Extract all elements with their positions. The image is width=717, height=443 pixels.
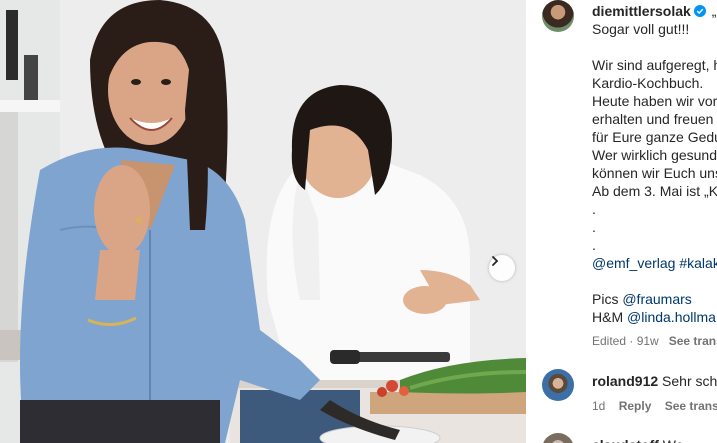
post-photo-illustration bbox=[0, 0, 526, 443]
caption-dot: . bbox=[592, 237, 596, 253]
caption-credits-hm: H&M @linda.hollma bbox=[592, 308, 716, 326]
instagram-post-view: diemittlersolak „K Sogar voll gut!!! Wir… bbox=[0, 0, 717, 443]
caption-tags: @emf_verlag #kalak bbox=[592, 254, 717, 272]
verified-badge-icon bbox=[693, 5, 706, 17]
caption-line: Sogar voll gut!!! bbox=[592, 21, 690, 37]
see-translation-button[interactable]: See transl bbox=[669, 334, 717, 348]
comment-text: We bbox=[663, 437, 684, 443]
caption-line: Wer wirklich gesund bbox=[592, 147, 717, 163]
edited-timestamp: Edited · 91w bbox=[592, 334, 659, 348]
caption-line: Heute haben wir vor bbox=[592, 93, 717, 109]
credit-label: Pics bbox=[592, 291, 619, 307]
caption-first-line: diemittlersolak „K bbox=[592, 2, 717, 20]
post-side-panel: diemittlersolak „K Sogar voll gut!!! Wir… bbox=[526, 0, 717, 443]
comment-username[interactable]: claudstoff bbox=[592, 437, 659, 443]
caption-credits-pics: Pics @fraumars bbox=[592, 290, 692, 308]
commenter-avatar[interactable] bbox=[542, 433, 574, 443]
comment-text: Sehr schö bbox=[662, 373, 717, 389]
caption-line: Kardio-Kochbuch. bbox=[592, 75, 704, 91]
chevron-right-icon bbox=[492, 256, 499, 266]
caption-line: können wir Euch uns bbox=[592, 165, 717, 181]
post-photo[interactable] bbox=[0, 0, 526, 443]
next-photo-button[interactable] bbox=[489, 255, 515, 281]
mention-link[interactable]: @emf_verlag bbox=[592, 255, 675, 271]
comment-age: 1d bbox=[592, 399, 606, 413]
comment: roland912 Sehr schö bbox=[592, 372, 717, 390]
caption-first-text: „K bbox=[711, 3, 717, 19]
credit-label: H&M bbox=[592, 309, 624, 325]
caption-meta: Edited · 91w See transl bbox=[592, 332, 717, 350]
hashtag-link[interactable]: #kalak bbox=[679, 255, 717, 271]
caption-line: erhalten und freuen bbox=[592, 111, 714, 127]
caption-line: Wir sind aufgeregt, h bbox=[592, 57, 717, 73]
author-avatar[interactable] bbox=[542, 0, 574, 32]
reply-button[interactable]: Reply bbox=[619, 399, 652, 413]
mention-link[interactable]: @fraumars bbox=[622, 291, 691, 307]
comment-meta: 1d Reply See translat bbox=[592, 397, 717, 415]
mention-link[interactable]: @linda.hollma bbox=[627, 309, 716, 325]
caption-dot: . bbox=[592, 219, 596, 235]
caption-line: für Eure ganze Gedu bbox=[592, 129, 717, 145]
comment: claudstoff We bbox=[592, 436, 684, 443]
caption-dot: . bbox=[592, 201, 596, 217]
see-translation-button[interactable]: See translat bbox=[665, 399, 717, 413]
comment-username[interactable]: roland912 bbox=[592, 373, 658, 389]
caption-line: Ab dem 3. Mai ist „K bbox=[592, 183, 717, 199]
caption-username[interactable]: diemittlersolak bbox=[592, 3, 691, 19]
commenter-avatar[interactable] bbox=[542, 369, 574, 401]
